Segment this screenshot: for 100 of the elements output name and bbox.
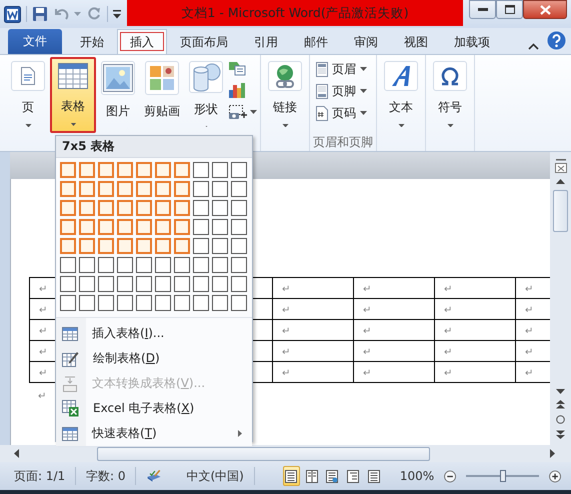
ribbon-button[interactable]: 剪贴画 — [140, 57, 184, 133]
next-page-icon[interactable] — [556, 430, 565, 439]
grid-cell[interactable] — [174, 162, 190, 178]
grid-cell[interactable] — [231, 200, 247, 216]
grid-cell[interactable] — [174, 276, 190, 292]
grid-cell[interactable] — [136, 181, 152, 197]
grid-cell[interactable] — [117, 181, 133, 197]
file-tab[interactable]: 文件 — [8, 29, 62, 54]
grid-cell[interactable] — [60, 295, 76, 311]
grid-cell[interactable] — [193, 238, 209, 254]
grid-cell[interactable] — [212, 257, 228, 273]
grid-cell[interactable] — [174, 200, 190, 216]
grid-cell[interactable] — [155, 257, 171, 273]
grid-cell[interactable] — [60, 238, 76, 254]
ribbon-icon-button[interactable] — [228, 103, 257, 121]
ribbon-tab[interactable]: 邮件 — [291, 29, 341, 54]
grid-cell[interactable] — [193, 162, 209, 178]
grid-cell[interactable] — [212, 162, 228, 178]
grid-cell[interactable] — [98, 181, 114, 197]
ribbon-button[interactable]: 文本 — [380, 57, 422, 133]
customize-caret-icon[interactable] — [113, 10, 121, 18]
grid-cell[interactable] — [98, 219, 114, 235]
grid-cell[interactable] — [155, 200, 171, 216]
grid-cell[interactable] — [193, 276, 209, 292]
zoom-in-icon[interactable] — [548, 468, 561, 484]
grid-cell[interactable] — [136, 276, 152, 292]
close-button[interactable] — [523, 0, 567, 19]
grid-cell[interactable] — [60, 200, 76, 216]
grid-cell[interactable] — [117, 238, 133, 254]
ribbon-button[interactable]: 页眉 — [313, 59, 370, 79]
grid-cell[interactable] — [212, 200, 228, 216]
grid-cell[interactable] — [117, 219, 133, 235]
grid-cell[interactable] — [212, 295, 228, 311]
word-logo-icon[interactable] — [4, 6, 21, 22]
grid-cell[interactable] — [231, 181, 247, 197]
ribbon-tab[interactable]: 加载项 — [441, 29, 503, 54]
grid-cell[interactable] — [117, 200, 133, 216]
grid-cell[interactable] — [193, 295, 209, 311]
grid-cell[interactable] — [212, 181, 228, 197]
grid-cell[interactable] — [79, 238, 95, 254]
grid-cell[interactable] — [136, 162, 152, 178]
grid-cell[interactable] — [174, 238, 190, 254]
grid-cell[interactable] — [155, 238, 171, 254]
grid-cell[interactable] — [155, 276, 171, 292]
ribbon-button[interactable]: 页 — [7, 57, 49, 133]
ribbon-tab[interactable]: 插入 — [117, 29, 167, 54]
grid-cell[interactable] — [193, 219, 209, 235]
grid-cell[interactable] — [174, 181, 190, 197]
ribbon-button[interactable]: 页码 — [313, 103, 370, 123]
grid-cell[interactable] — [155, 181, 171, 197]
grid-cell[interactable] — [79, 276, 95, 292]
grid-cell[interactable] — [193, 257, 209, 273]
grid-cell[interactable] — [117, 295, 133, 311]
zoom-slider-thumb[interactable] — [500, 470, 506, 482]
grid-cell[interactable] — [193, 181, 209, 197]
language[interactable]: 中文(中国) — [186, 468, 244, 484]
grid-cell[interactable] — [136, 200, 152, 216]
grid-cell[interactable] — [136, 238, 152, 254]
grid-cell[interactable] — [231, 257, 247, 273]
ruler-toggle-icon[interactable] — [554, 159, 566, 173]
grid-cell[interactable] — [79, 219, 95, 235]
grid-cell[interactable] — [98, 257, 114, 273]
proofing-icon[interactable] — [146, 468, 162, 484]
scroll-up-icon[interactable] — [556, 179, 565, 184]
grid-cell[interactable] — [136, 219, 152, 235]
grid-cell[interactable] — [136, 295, 152, 311]
grid-cell[interactable] — [193, 200, 209, 216]
grid-cell[interactable] — [60, 276, 76, 292]
grid-cell[interactable] — [117, 162, 133, 178]
grid-cell[interactable] — [212, 238, 228, 254]
help-icon[interactable] — [547, 31, 566, 50]
grid-cell[interactable] — [79, 295, 95, 311]
grid-cell[interactable] — [60, 181, 76, 197]
grid-cell[interactable] — [98, 295, 114, 311]
maximize-button[interactable] — [496, 0, 523, 19]
grid-cell[interactable] — [98, 238, 114, 254]
ribbon-button[interactable]: 表格 — [50, 57, 96, 133]
zoom-level[interactable]: 100% — [400, 469, 434, 483]
grid-cell[interactable] — [231, 219, 247, 235]
grid-cell[interactable] — [79, 162, 95, 178]
grid-cell[interactable] — [98, 276, 114, 292]
scroll-down-icon[interactable] — [556, 389, 565, 394]
grid-cell[interactable] — [98, 200, 114, 216]
minimize-button[interactable] — [469, 0, 496, 19]
grid-cell[interactable] — [60, 162, 76, 178]
grid-cell[interactable] — [174, 257, 190, 273]
grid-cell[interactable] — [117, 257, 133, 273]
grid-cell[interactable] — [174, 295, 190, 311]
grid-cell[interactable] — [79, 200, 95, 216]
grid-cell[interactable] — [136, 257, 152, 273]
scroll-thumb[interactable] — [97, 446, 430, 460]
grid-cell[interactable] — [79, 257, 95, 273]
grid-cell[interactable] — [231, 238, 247, 254]
ribbon-button[interactable]: 链接 — [264, 57, 306, 133]
scroll-thumb[interactable] — [553, 190, 568, 232]
grid-cell[interactable] — [79, 181, 95, 197]
ribbon-button[interactable]: 形状 — [185, 57, 227, 133]
word-count[interactable]: 字数: 0 — [86, 468, 126, 484]
grid-cell[interactable] — [60, 257, 76, 273]
menu-item[interactable]: Excel 电子表格(X) — [56, 396, 252, 421]
